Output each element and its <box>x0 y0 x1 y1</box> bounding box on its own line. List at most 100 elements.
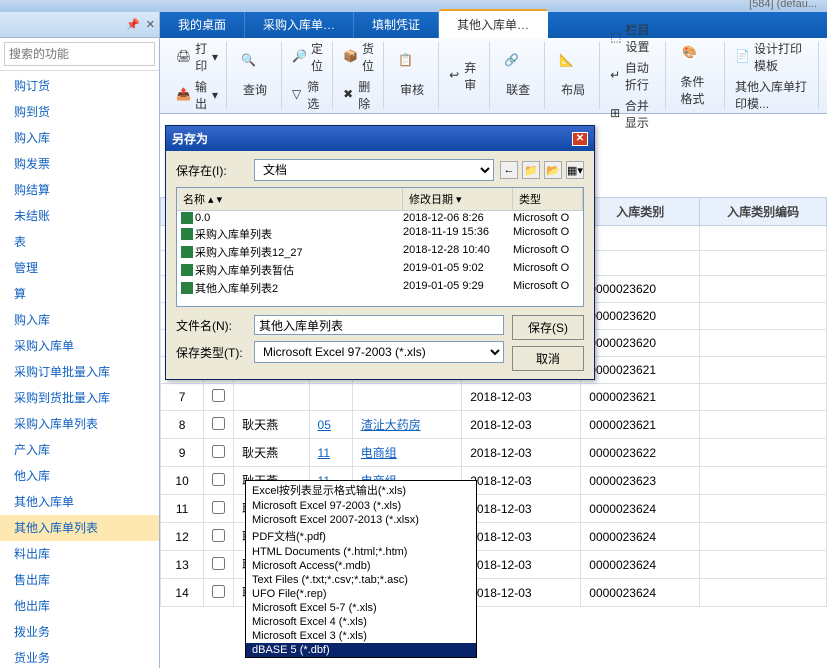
table-row[interactable]: 7 2018-12-03 0000023621 <box>161 384 827 411</box>
file-row[interactable]: 采购入库单列表2018-11-19 15:36Microsoft O <box>177 225 583 243</box>
nav-item[interactable]: 采购入库单列表 <box>0 411 159 437</box>
nav-item[interactable]: 采购订单批量入库 <box>0 359 159 385</box>
col-date[interactable]: 修改日期 ▾ <box>403 188 513 210</box>
excel-icon <box>181 282 193 294</box>
row-checkbox[interactable] <box>212 557 225 570</box>
file-row[interactable]: 其他入库单列表22019-01-05 9:29Microsoft O <box>177 279 583 297</box>
excel-icon <box>181 246 193 258</box>
col-type[interactable]: 类型 <box>513 188 583 210</box>
nav-item[interactable]: 购到货 <box>0 99 159 125</box>
nav-item[interactable]: 其他入库单列表 <box>0 515 159 541</box>
nav-item[interactable]: 货业务 <box>0 645 159 668</box>
tab[interactable]: 采购入库单… <box>245 11 354 38</box>
nav-item[interactable]: 拨业务 <box>0 619 159 645</box>
print-button[interactable]: 🖨打印 ▾ <box>172 38 222 76</box>
pin-icon[interactable]: 📌 <box>126 18 140 31</box>
row-checkbox[interactable] <box>212 445 225 458</box>
dropdown-option[interactable]: Microsoft Excel 2007-2013 (*.xlsx) <box>246 513 476 527</box>
table-row[interactable]: 9 耿天燕 11 电商组 2018-12-03 0000023622 <box>161 439 827 467</box>
nav-item[interactable]: 采购到货批量入库 <box>0 385 159 411</box>
nav-item[interactable]: 购结算 <box>0 177 159 203</box>
nav-item[interactable]: 未结账 <box>0 203 159 229</box>
query-button[interactable]: 🔍查询 <box>235 51 275 100</box>
designtpl-button[interactable]: 📄设计打印模板 <box>731 38 814 76</box>
filter-button[interactable]: ▽筛选 <box>288 76 328 114</box>
row-checkbox[interactable] <box>212 473 225 486</box>
colset-button[interactable]: ⬚栏目设置 <box>606 19 661 57</box>
savetype-label: 保存类型(T): <box>176 344 248 361</box>
nav-item[interactable]: 购入库 <box>0 307 159 333</box>
tab[interactable]: 我的桌面 <box>160 11 245 38</box>
printtpl-button[interactable]: 其他入库单打印模... <box>731 76 814 114</box>
viewmode-icon[interactable]: ▦▾ <box>566 161 584 179</box>
excel-icon <box>181 228 193 240</box>
excel-icon <box>181 264 193 276</box>
save-in-select[interactable]: 文档 <box>254 159 494 181</box>
nav-item[interactable]: 料出库 <box>0 541 159 567</box>
tab[interactable]: 填制凭证 <box>354 11 439 38</box>
nav-item[interactable]: 售出库 <box>0 567 159 593</box>
savetype-select[interactable]: Microsoft Excel 97-2003 (*.xls) <box>254 341 504 363</box>
save-in-label: 保存在(I): <box>176 162 248 179</box>
table-header[interactable]: 入库类别编码 <box>700 198 827 226</box>
nav-item[interactable]: 购发票 <box>0 151 159 177</box>
export-button[interactable]: 📤输出 ▾ <box>172 76 222 114</box>
nav-item[interactable]: 其他入库单 <box>0 489 159 515</box>
dropdown-option[interactable]: Text Files (*.txt;*.csv;*.tab;*.asc) <box>246 573 476 587</box>
filename-label: 文件名(N): <box>176 317 248 334</box>
up-icon[interactable]: 📁 <box>522 161 540 179</box>
savetype-dropdown[interactable]: Excel按列表显示格式输出(*.xls)Microsoft Excel 97-… <box>245 480 477 658</box>
search-input[interactable] <box>4 42 155 66</box>
back-icon[interactable]: ← <box>500 161 518 179</box>
link-button[interactable]: 🔗联查 <box>498 51 538 100</box>
dropdown-option[interactable]: Microsoft Excel 5-7 (*.xls) <box>246 601 476 615</box>
close-icon[interactable]: ✕ <box>146 18 155 31</box>
table-header[interactable]: 入库类别 <box>581 198 700 226</box>
dropdown-option[interactable]: PDF文档(*.pdf) <box>246 527 476 545</box>
cancel-button[interactable]: 取消 <box>512 346 584 371</box>
tab[interactable]: 其他入库单… <box>439 9 548 38</box>
file-row[interactable]: 采购入库单列表12_272018-12-28 10:40Microsoft O <box>177 243 583 261</box>
file-row[interactable]: 采购入库单列表暂估2019-01-05 9:02Microsoft O <box>177 261 583 279</box>
condfmt-button[interactable]: 🎨条件格式 <box>674 43 718 109</box>
filename-input[interactable] <box>254 315 504 335</box>
audit-button[interactable]: 📋审核 <box>392 51 432 100</box>
save-button[interactable]: 保存(S) <box>512 315 584 340</box>
dropdown-option[interactable]: HTML Documents (*.html;*.htm) <box>246 545 476 559</box>
stock-button[interactable]: 📦货位 <box>339 38 379 76</box>
dropdown-option[interactable]: UFO File(*.rep) <box>246 587 476 601</box>
newfolder-icon[interactable]: 📂 <box>544 161 562 179</box>
dialog-close-button[interactable]: ✕ <box>572 132 588 146</box>
file-row[interactable]: 0.02018-12-06 8:26Microsoft O <box>177 211 583 225</box>
nav-item[interactable]: 他出库 <box>0 593 159 619</box>
nav-item[interactable]: 算 <box>0 281 159 307</box>
locate-button[interactable]: 🔎定位 <box>288 38 328 76</box>
table-row[interactable]: 8 耿天燕 05 渣沚大药房 2018-12-03 0000023621 <box>161 411 827 439</box>
abandon-button[interactable]: ↩弃审 <box>445 57 485 95</box>
nav-item[interactable]: 产入库 <box>0 437 159 463</box>
col-name[interactable]: 名称 ▴ ▾ <box>177 188 403 210</box>
left-panel-header: 📌 ✕ <box>0 12 159 38</box>
row-checkbox[interactable] <box>212 417 225 430</box>
dropdown-option[interactable]: Microsoft Excel 3 (*.xls) <box>246 629 476 643</box>
nav-item[interactable]: 表 <box>0 229 159 255</box>
dropdown-option[interactable]: Microsoft Excel 97-2003 (*.xls) <box>246 499 476 513</box>
tabs: 我的桌面采购入库单…填制凭证其他入库单… <box>160 12 827 38</box>
nav-item[interactable]: 管理 <box>0 255 159 281</box>
dropdown-option[interactable]: dBASE 5 (*.dbf) <box>246 643 476 657</box>
autowrap-button[interactable]: ↵自动折行 <box>606 57 661 95</box>
nav-item[interactable]: 他入库 <box>0 463 159 489</box>
nav-item[interactable]: 购订货 <box>0 73 159 99</box>
row-checkbox[interactable] <box>212 585 225 598</box>
dropdown-option[interactable]: Excel按列表显示格式输出(*.xls) <box>246 481 476 499</box>
left-panel: 📌 ✕ 购订货购到货购入库购发票购结算未结账表管理算购入库采购入库单采购订单批量… <box>0 12 160 668</box>
layout-button[interactable]: 📐布局 <box>553 51 593 100</box>
dropdown-option[interactable]: Microsoft Excel 4 (*.xls) <box>246 615 476 629</box>
row-checkbox[interactable] <box>212 529 225 542</box>
delete-button[interactable]: ✖删除 <box>339 76 379 114</box>
dropdown-option[interactable]: Microsoft Access(*.mdb) <box>246 559 476 573</box>
row-checkbox[interactable] <box>212 389 225 402</box>
row-checkbox[interactable] <box>212 501 225 514</box>
nav-item[interactable]: 购入库 <box>0 125 159 151</box>
nav-item[interactable]: 采购入库单 <box>0 333 159 359</box>
